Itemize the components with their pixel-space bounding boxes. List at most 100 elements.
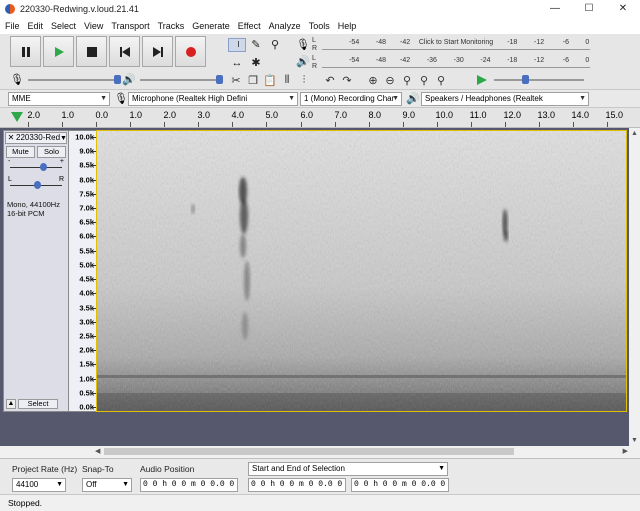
cut-icon[interactable]: ✂ [228, 72, 244, 88]
play-at-speed-icon[interactable] [476, 74, 488, 86]
skip-to-start-button[interactable] [109, 36, 140, 67]
zoom-tool[interactable]: ⚲ [266, 36, 284, 53]
maximize-button[interactable]: ☐ [572, 0, 606, 18]
menu-generate[interactable]: Generate [188, 21, 234, 31]
record-meter[interactable]: L R -54 -48 -42 Click to Start Monitorin… [312, 37, 590, 54]
play-head-triangle-icon[interactable] [11, 112, 23, 122]
menu-effect[interactable]: Effect [234, 21, 265, 31]
track-control-panel: ✕ 220330-Red▼ Mute Solo - + L R Mono, 441… [3, 130, 69, 412]
audio-host-select[interactable]: MME ▼ [8, 92, 110, 106]
frequency-label: 2.5k [79, 331, 94, 341]
play-speed-knob[interactable] [522, 75, 529, 84]
timeline-tick [607, 122, 608, 127]
stop-button[interactable] [76, 36, 107, 67]
menu-help[interactable]: Help [334, 21, 361, 31]
draw-tool[interactable]: ✎ [247, 36, 265, 53]
playback-device-select[interactable]: Speakers / Headphones (Realtek ▼ [421, 92, 589, 106]
audio-position-field[interactable]: 0 0 h 0 0 m 0 0.0 0 0 s [140, 478, 238, 492]
empty-track-space[interactable] [0, 414, 629, 446]
selection-tool[interactable]: I [228, 38, 246, 52]
playback-volume-knob[interactable] [216, 75, 223, 84]
copy-icon[interactable]: ❐ [245, 72, 261, 88]
selection-end-field[interactable]: 0 0 h 0 0 m 0 0.0 0 0 s [351, 478, 449, 492]
track-name-dropdown[interactable]: ✕ 220330-Red▼ [5, 132, 67, 144]
timeline-label: 2.0 [163, 110, 177, 120]
silence-audio-icon[interactable]: ⫶ [296, 72, 312, 88]
zoom-in-icon[interactable]: ⊕ [365, 72, 381, 88]
frequency-label: 8.5k [79, 160, 94, 170]
gain-knob[interactable] [40, 163, 47, 171]
speaker-icon[interactable]: 🔊 [296, 55, 310, 69]
fit-project-icon[interactable]: ⚲ [416, 72, 432, 88]
pan-slider[interactable]: L R [8, 176, 64, 189]
snap-to-value: Off [86, 480, 97, 489]
zoom-toggle-icon[interactable]: ⚲ [433, 72, 449, 88]
mute-button[interactable]: Mute [6, 146, 35, 158]
scroll-down-icon[interactable]: ▼ [631, 437, 638, 444]
selection-start-field[interactable]: 0 0 h 0 0 m 0 0.0 0 0 s [248, 478, 346, 492]
spectrogram-view[interactable] [96, 130, 627, 412]
menu-analyze[interactable]: Analyze [265, 21, 305, 31]
frequency-label: 1.0k [79, 374, 94, 384]
play-button[interactable] [43, 36, 74, 67]
timeline-tick [301, 122, 302, 127]
menu-tracks[interactable]: Tracks [154, 21, 189, 31]
recording-channels-select[interactable]: 1 (Mono) Recording Char ▼ [300, 92, 402, 106]
pan-knob[interactable] [34, 181, 41, 189]
minimize-button[interactable]: — [538, 0, 572, 18]
asterisk-icon: ✱ [251, 57, 261, 69]
timeline-tick [573, 122, 574, 127]
trim-audio-icon[interactable]: ⫴ [279, 72, 295, 88]
chevron-down-icon: ▼ [438, 465, 445, 472]
redo-icon[interactable]: ↷ [339, 72, 355, 88]
select-track-button[interactable]: Select [18, 399, 58, 409]
playback-volume-slider[interactable] [140, 79, 220, 81]
horizontal-scroll-thumb[interactable] [104, 448, 514, 455]
frequency-label: 10.0k [75, 132, 94, 142]
frequency-axis[interactable]: 10.0k 9.0k 8.5k 8.0k 7.5k 7.0k 6.5k 6.0k 5.5k 5.0… [69, 130, 96, 412]
menu-tools[interactable]: Tools [305, 21, 334, 31]
project-rate-select[interactable]: 44100 ▼ [12, 478, 66, 492]
meter-tick: 0 [585, 39, 590, 46]
horizontal-scrollbar[interactable]: ◀ ▶ [94, 446, 640, 457]
pause-button[interactable] [10, 36, 41, 67]
solo-button[interactable]: Solo [37, 146, 66, 158]
menu-edit[interactable]: Edit [24, 21, 48, 31]
collapse-track-button[interactable]: ▲ [6, 399, 16, 409]
scroll-left-icon[interactable]: ◀ [95, 447, 100, 455]
gain-slider[interactable]: - + [8, 158, 64, 171]
vertical-scrollbar[interactable]: ▲ ▼ [629, 128, 640, 446]
close-window-button[interactable]: ✕ [606, 0, 640, 18]
menu-transport[interactable]: Transport [107, 21, 153, 31]
multi-tool[interactable]: ✱ [247, 54, 265, 71]
timeline-ruler[interactable]: 2.0 1.0 0.0 1.0 2.0 3.0 4.0 5.0 6.0 7.0 8.0 9.0 10.0… [0, 108, 640, 128]
menu-view[interactable]: View [80, 21, 107, 31]
scroll-up-icon[interactable]: ▲ [631, 130, 638, 137]
title-bar: 220330-Redwing.v.loud.21.41 — ☐ ✕ [0, 0, 640, 18]
meter-tick: -18 [507, 57, 518, 64]
recording-volume-knob[interactable] [114, 75, 121, 84]
paste-icon[interactable]: 📋 [262, 72, 278, 88]
mixer-toolbar: 🎙 🔊 [10, 72, 223, 88]
recording-volume-slider[interactable] [28, 79, 118, 81]
undo-icon[interactable]: ↶ [322, 72, 338, 88]
recording-device-select[interactable]: Microphone (Realtek High Defini ▼ [128, 92, 298, 106]
microphone-icon[interactable]: 🎙 [296, 38, 310, 52]
timeline-tick [505, 122, 506, 127]
click-to-start-monitoring[interactable]: Click to Start Monitoring [419, 39, 493, 46]
snap-to-select[interactable]: Off ▼ [82, 478, 132, 492]
zoom-out-icon[interactable]: ⊖ [382, 72, 398, 88]
close-track-icon[interactable]: ✕ [6, 133, 16, 143]
time-shift-tool[interactable]: ↔ [228, 54, 246, 71]
timeline-label: 13.0 [537, 110, 556, 120]
skip-to-end-button[interactable] [142, 36, 173, 67]
menu-file[interactable]: File [0, 21, 24, 31]
scroll-right-icon[interactable]: ▶ [623, 447, 628, 455]
menu-select[interactable]: Select [47, 21, 80, 31]
selection-mode-select[interactable]: Start and End of Selection ▼ [248, 462, 448, 476]
fit-selection-icon[interactable]: ⚲ [399, 72, 415, 88]
record-button[interactable] [175, 36, 206, 67]
play-speed-slider[interactable] [494, 79, 584, 81]
timeline-tick [471, 122, 472, 127]
playback-meter[interactable]: L R -54 -48 -42 -36 -30 -24 -18 -12 -6 0 [312, 55, 590, 72]
